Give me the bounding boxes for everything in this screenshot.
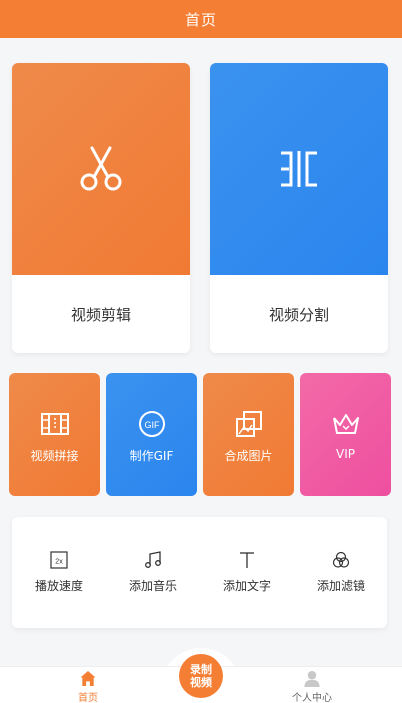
playback-speed-label: 播放速度 — [34, 579, 83, 593]
vip-label: VIP — [336, 447, 355, 461]
scissors-icon — [80, 146, 122, 191]
video-splice-card[interactable]: 视频拼接 — [9, 373, 100, 496]
compose-images-label: 合成图片 — [224, 449, 273, 463]
filter-icon — [332, 551, 350, 568]
top-bar: 首页 — [0, 0, 402, 38]
tab-profile[interactable]: 个人中心 — [272, 667, 352, 703]
speed-badge: 2x — [55, 559, 63, 566]
playback-speed-tool[interactable]: 2x 播放速度 — [12, 517, 106, 628]
home-page: 首页 视频剪辑 视频分割 视频拼接 GIF 制作GIF 合成图片 VIP 2x … — [0, 0, 402, 703]
gif-icon: GIF — [138, 411, 165, 437]
tools-panel: 2x 播放速度 添加音乐 添加文字 添加滤镜 — [12, 517, 387, 628]
split-icon — [281, 151, 317, 187]
home-icon — [80, 670, 96, 687]
record-line2: 视频 — [190, 676, 212, 689]
make-gif-card[interactable]: GIF 制作GIF — [106, 373, 197, 496]
video-edit-label: 视频剪辑 — [70, 305, 131, 324]
film-splice-icon — [40, 413, 69, 435]
record-video-button[interactable]: 录制 视频 — [179, 654, 223, 698]
add-text-tool[interactable]: 添加文字 — [200, 517, 294, 628]
compose-images-card[interactable]: 合成图片 — [203, 373, 294, 496]
tab-profile-label: 个人中心 — [292, 693, 332, 703]
vip-card[interactable]: VIP — [300, 373, 391, 496]
video-split-card[interactable]: 视频分割 — [210, 63, 388, 353]
record-line1: 录制 — [190, 663, 212, 676]
page-title: 首页 — [184, 10, 217, 29]
add-filter-label: 添加滤镜 — [316, 579, 365, 593]
video-splice-label: 视频拼接 — [30, 449, 79, 463]
tab-home-label: 首页 — [78, 693, 98, 703]
video-split-art — [210, 63, 388, 275]
tab-home[interactable]: 首页 — [48, 667, 128, 703]
add-text-label: 添加文字 — [222, 579, 271, 593]
make-gif-label: 制作GIF — [129, 449, 174, 463]
svg-text:GIF: GIF — [144, 420, 160, 430]
video-split-label: 视频分割 — [268, 305, 329, 324]
add-filter-tool[interactable]: 添加滤镜 — [294, 517, 388, 628]
music-icon — [145, 551, 161, 568]
add-music-tool[interactable]: 添加音乐 — [106, 517, 200, 628]
images-icon — [235, 411, 262, 437]
user-icon — [304, 670, 320, 687]
crown-icon — [332, 414, 359, 434]
speed-icon: 2x — [50, 551, 68, 569]
text-icon — [240, 552, 254, 568]
video-edit-card[interactable]: 视频剪辑 — [12, 63, 190, 353]
video-edit-art — [12, 63, 190, 275]
add-music-label: 添加音乐 — [128, 579, 177, 593]
